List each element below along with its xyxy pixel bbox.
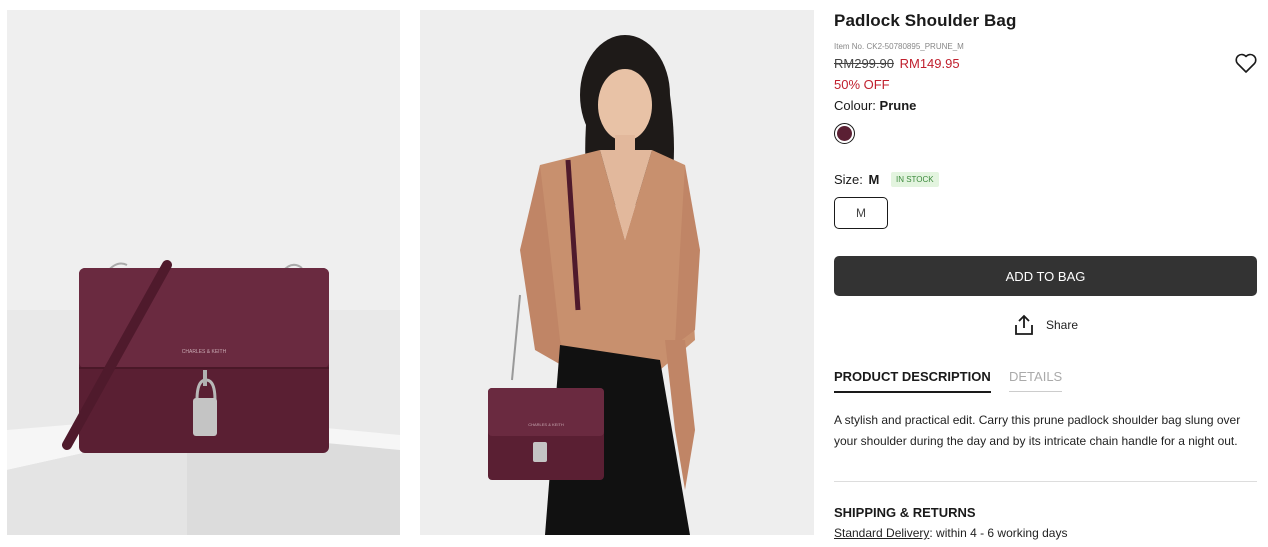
share-label: Share [1046, 318, 1079, 332]
sale-price: RM149.95 [899, 56, 960, 71]
delivery-time: : within 4 - 6 working days [929, 526, 1068, 540]
item-number: Item No. CK2-50780895_PRUNE_M [834, 42, 964, 51]
size-value: M [868, 172, 880, 187]
model-illustration: CHARLES & KEITH [420, 10, 814, 535]
product-info-panel: Padlock Shoulder Bag Item No. CK2-507808… [834, 0, 1257, 547]
stock-badge: IN STOCK [891, 172, 939, 187]
price-block: RM299.90 RM149.95 [834, 56, 960, 71]
discount-label: 50% OFF [834, 77, 890, 92]
colour-label: Colour: [834, 98, 876, 113]
divider [834, 481, 1257, 482]
product-image-model[interactable]: CHARLES & KEITH [420, 10, 814, 535]
heart-icon [1235, 53, 1257, 73]
product-image-bag[interactable]: CHARLES & KEITH [7, 10, 400, 535]
tab-product-description[interactable]: PRODUCT DESCRIPTION [834, 369, 991, 393]
swatch-fill [837, 126, 852, 141]
svg-text:CHARLES & KEITH: CHARLES & KEITH [528, 422, 564, 427]
bag-illustration: CHARLES & KEITH [7, 10, 400, 535]
product-tabs: PRODUCT DESCRIPTION DETAILS [834, 369, 1257, 395]
colour-row: Colour: Prune [834, 98, 916, 113]
size-row: Size: M [834, 172, 879, 187]
standard-delivery-link[interactable]: Standard Delivery [834, 526, 929, 540]
size-option-m[interactable]: M [834, 197, 888, 229]
original-price: RM299.90 [834, 56, 894, 71]
product-title: Padlock Shoulder Bag [834, 11, 1017, 30]
share-icon [1015, 314, 1033, 335]
size-label: Size: [834, 172, 863, 187]
shipping-info: Standard Delivery: within 4 - 6 working … [834, 526, 1067, 540]
product-description: A stylish and practical edit. Carry this… [834, 413, 1241, 448]
shipping-title: SHIPPING & RETURNS [834, 505, 976, 520]
tab-details[interactable]: DETAILS [1009, 369, 1063, 392]
wishlist-button[interactable] [1234, 52, 1258, 74]
colour-value: Prune [879, 98, 917, 113]
share-button[interactable]: Share [1014, 314, 1078, 336]
svg-text:CHARLES & KEITH: CHARLES & KEITH [182, 349, 227, 355]
colour-swatch-prune[interactable] [834, 123, 855, 144]
add-to-bag-button[interactable]: ADD TO BAG [834, 256, 1257, 296]
